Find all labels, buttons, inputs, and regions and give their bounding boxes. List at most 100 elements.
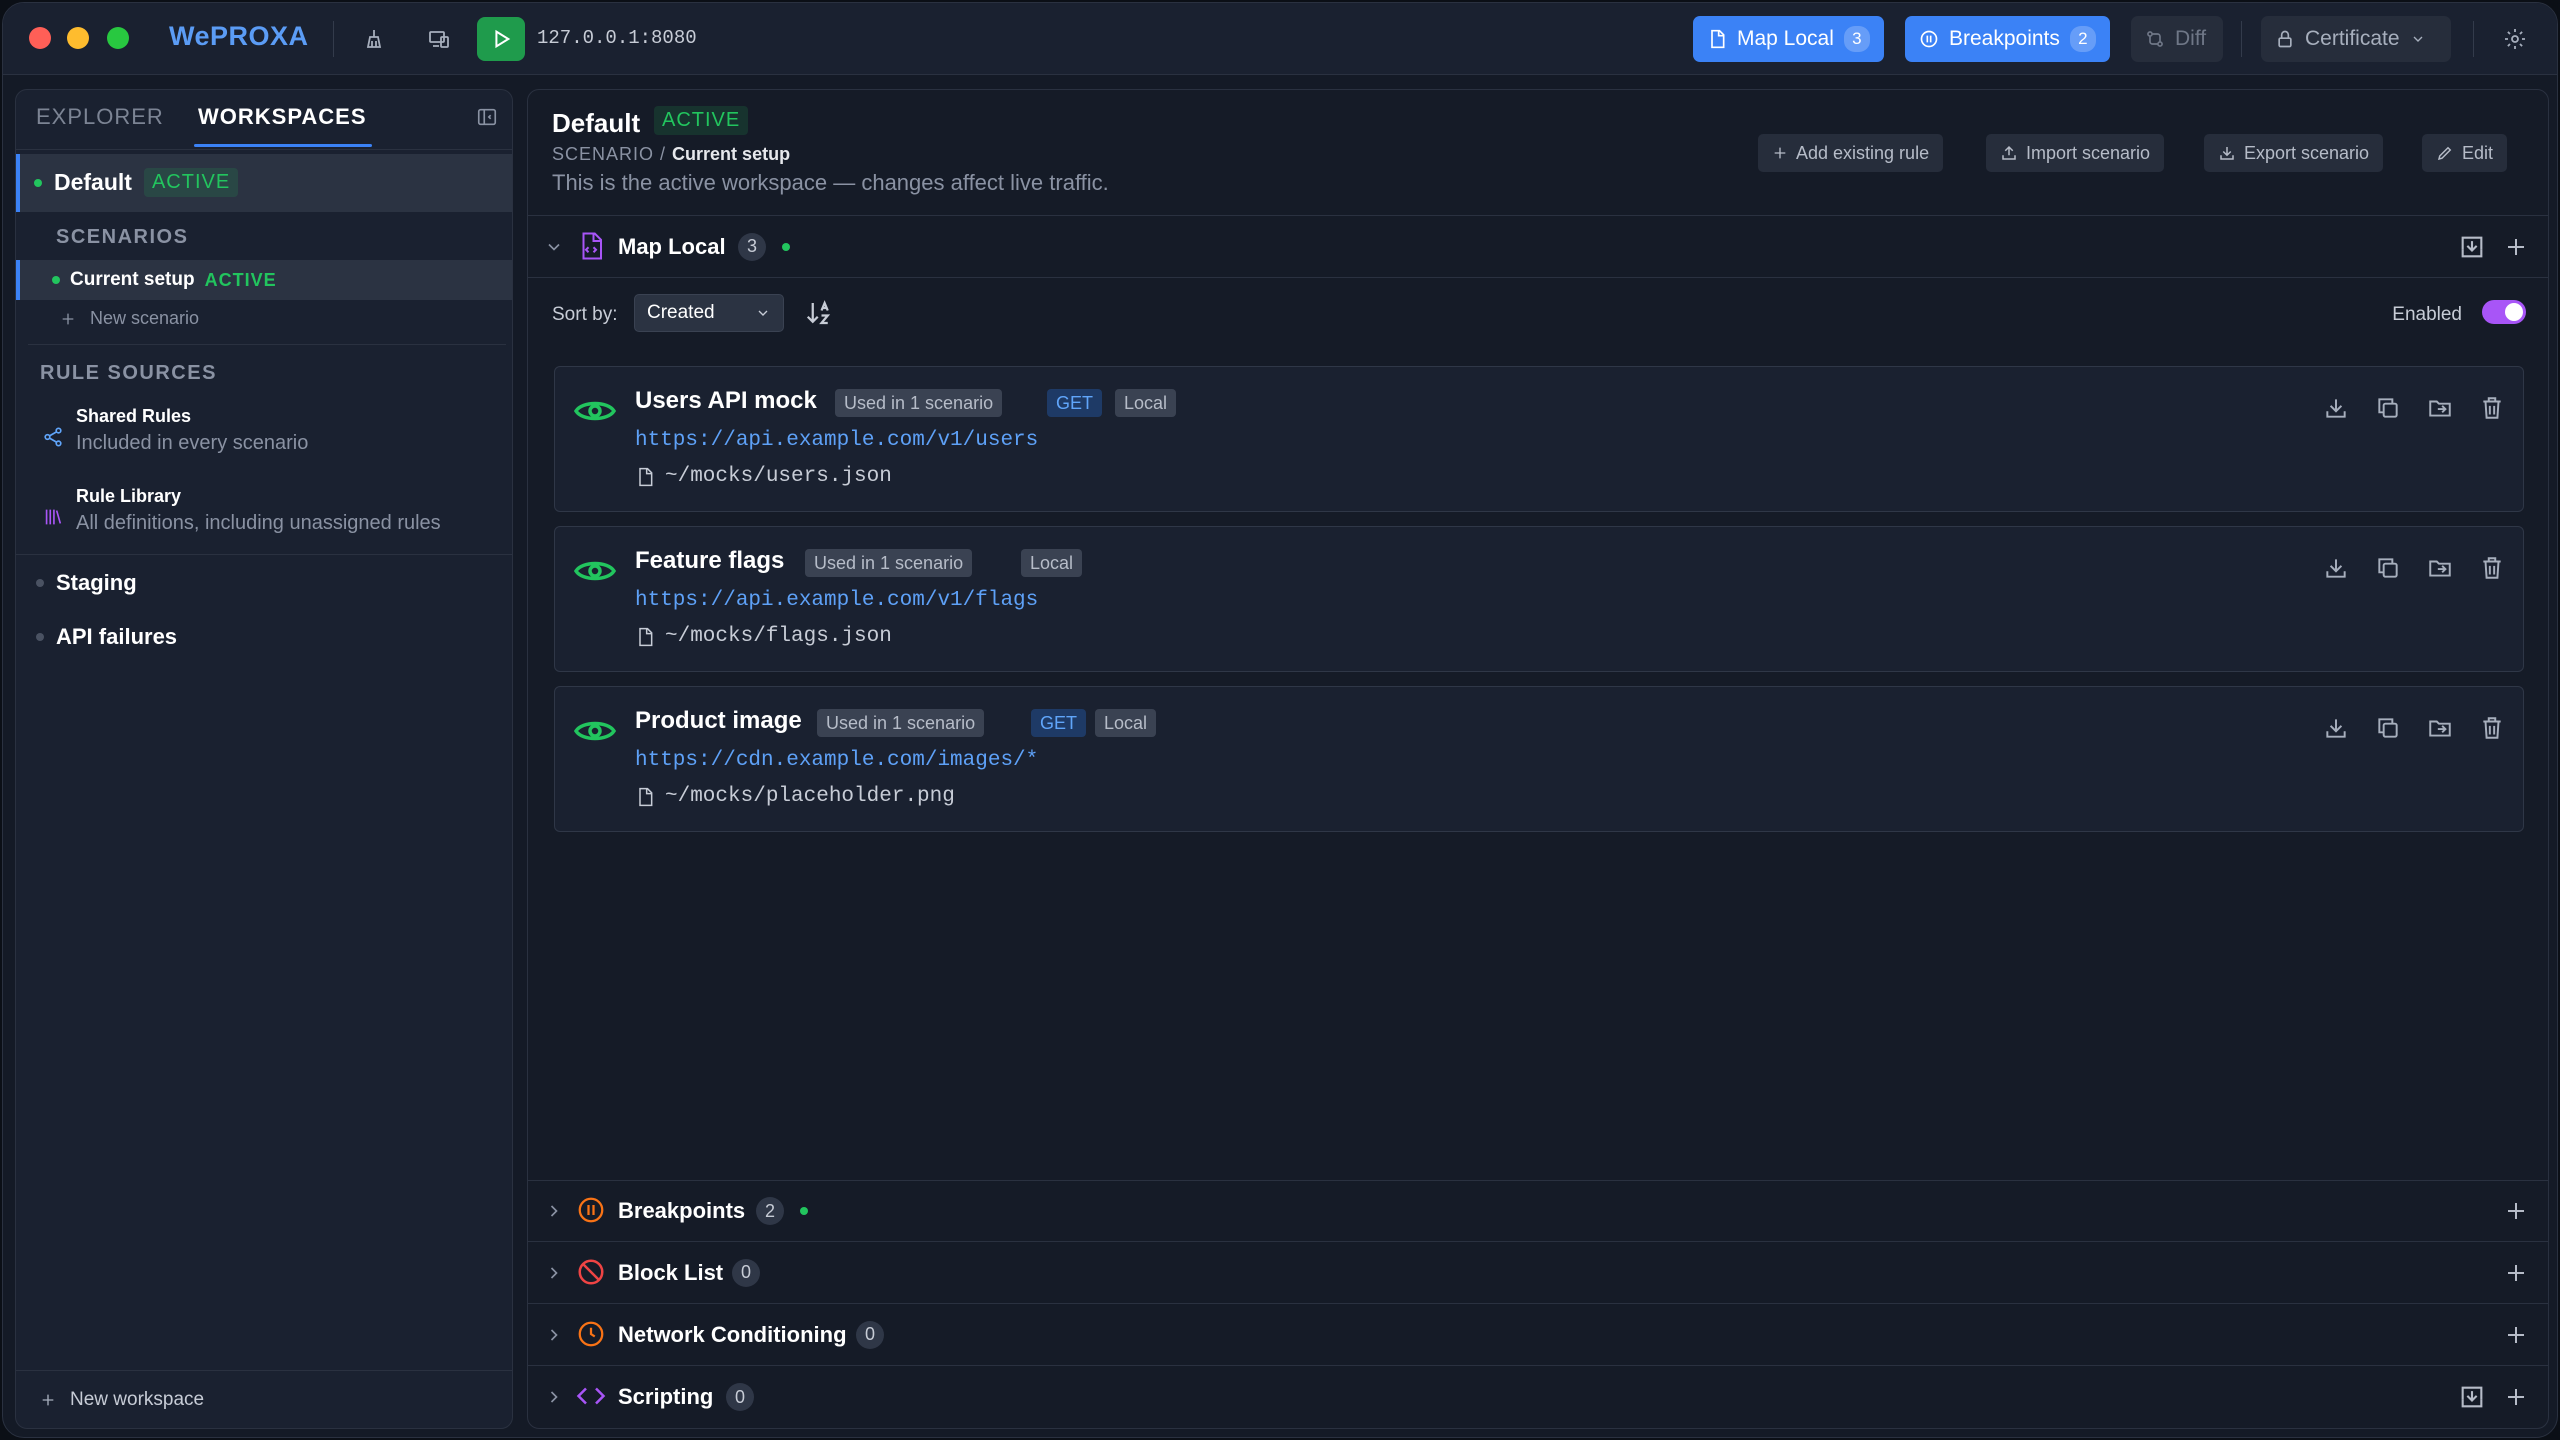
rule-url[interactable]: https://api.example.com/v1/users bbox=[635, 429, 1038, 452]
sort-value: Created bbox=[647, 302, 715, 323]
breakpoints-button[interactable]: Breakpoints 2 bbox=[1905, 16, 2110, 62]
copy-icon[interactable] bbox=[2375, 715, 2403, 743]
section-breakpoints[interactable]: Breakpoints 2 bbox=[528, 1180, 2548, 1242]
page-title: Default bbox=[552, 108, 641, 138]
add-existing-rule-button[interactable]: Add existing rule bbox=[1758, 134, 1944, 172]
section-map-local[interactable]: Map Local 3 bbox=[528, 216, 2548, 278]
chevron-right-icon[interactable] bbox=[544, 1263, 564, 1283]
diff-button[interactable]: Diff bbox=[2131, 16, 2223, 62]
scope-tag: Local bbox=[1095, 709, 1157, 737]
breakpoint-icon bbox=[1919, 29, 1939, 49]
broom-icon[interactable] bbox=[358, 23, 390, 55]
workspace-item-api-failures[interactable]: API failures bbox=[36, 624, 177, 650]
eye-icon[interactable] bbox=[573, 553, 617, 589]
eye-icon[interactable] bbox=[573, 393, 617, 429]
plus-icon bbox=[60, 311, 76, 327]
code-icon bbox=[576, 1381, 608, 1413]
plus-icon[interactable] bbox=[2504, 1385, 2528, 1409]
breadcrumb-current[interactable]: Current setup bbox=[672, 144, 790, 164]
rule-source-subtitle: Included in every scenario bbox=[76, 432, 309, 454]
trash-icon[interactable] bbox=[2479, 555, 2507, 583]
import-icon[interactable] bbox=[2458, 233, 2486, 261]
rule-card[interactable]: Users API mock Used in 1 scenario GET Lo… bbox=[554, 366, 2524, 512]
status-dot bbox=[52, 276, 60, 284]
move-icon[interactable] bbox=[2427, 555, 2455, 583]
rule-card[interactable]: Feature flags Used in 1 scenario Local h… bbox=[554, 526, 2524, 672]
map-local-icon bbox=[576, 231, 608, 263]
download-icon[interactable] bbox=[2323, 395, 2351, 423]
breakpoints-label: Breakpoints bbox=[1949, 27, 2060, 50]
section-scripting[interactable]: Scripting 0 bbox=[528, 1366, 2548, 1428]
workspace-item-default[interactable]: Default ACTIVE bbox=[16, 154, 512, 212]
chevron-right-icon[interactable] bbox=[544, 1325, 564, 1345]
status-dot bbox=[782, 242, 790, 251]
sidebar-collapse-icon[interactable] bbox=[476, 106, 500, 130]
eye-icon[interactable] bbox=[573, 713, 617, 749]
diff-label: Diff bbox=[2175, 27, 2207, 50]
new-scenario-button[interactable]: New scenario bbox=[60, 308, 199, 329]
scenario-name: Current setup bbox=[70, 269, 195, 290]
download-icon[interactable] bbox=[2323, 715, 2351, 743]
sidebar-tabs: EXPLORER WORKSPACES bbox=[16, 90, 512, 150]
download-icon[interactable] bbox=[2323, 555, 2351, 583]
rule-actions bbox=[2323, 555, 2507, 583]
trash-icon[interactable] bbox=[2479, 395, 2507, 423]
new-workspace-button[interactable]: New workspace bbox=[40, 1389, 204, 1411]
rule-file-path: ~/mocks/flags.json bbox=[665, 625, 892, 648]
gear-icon[interactable] bbox=[2499, 23, 2531, 55]
chevron-down-icon bbox=[2410, 31, 2426, 47]
breakpoint-icon bbox=[576, 1195, 608, 1227]
move-icon[interactable] bbox=[2427, 395, 2455, 423]
app-window: WePROXA 127.0.0.1:8080 Map Local 3 Break… bbox=[2, 2, 2558, 1438]
proxy-address: 127.0.0.1:8080 bbox=[537, 27, 697, 49]
export-scenario-button[interactable]: Export scenario bbox=[2204, 134, 2384, 172]
section-count: 0 bbox=[856, 1320, 884, 1349]
rule-url[interactable]: https://cdn.example.com/images/* bbox=[635, 749, 1038, 772]
toggle-knob bbox=[2505, 303, 2523, 321]
sort-select[interactable]: Created bbox=[634, 294, 784, 332]
sort-alpha-icon[interactable] bbox=[804, 298, 834, 328]
breadcrumb-separator: / bbox=[660, 144, 667, 164]
file-icon bbox=[635, 626, 655, 648]
status-dot bbox=[36, 579, 44, 587]
lock-icon bbox=[2275, 29, 2295, 49]
chevron-right-icon[interactable] bbox=[544, 1387, 564, 1407]
enabled-toggle[interactable] bbox=[2482, 300, 2526, 324]
scenario-item-current-setup[interactable]: Current setup ACTIVE bbox=[16, 260, 512, 300]
minimize-window-button[interactable] bbox=[67, 27, 89, 49]
certificate-button[interactable]: Certificate bbox=[2261, 16, 2451, 62]
breakpoints-count: 2 bbox=[2069, 26, 2096, 52]
tab-workspaces[interactable]: WORKSPACES bbox=[198, 104, 367, 130]
map-local-button[interactable]: Map Local 3 bbox=[1693, 16, 1884, 62]
rule-url[interactable]: https://api.example.com/v1/flags bbox=[635, 589, 1038, 612]
import-scenario-button[interactable]: Import scenario bbox=[1986, 134, 2165, 172]
devices-icon[interactable] bbox=[423, 23, 455, 55]
chevron-right-icon[interactable] bbox=[544, 1201, 564, 1221]
plus-icon[interactable] bbox=[2504, 1323, 2528, 1347]
tab-explorer[interactable]: EXPLORER bbox=[36, 104, 164, 130]
plus-icon[interactable] bbox=[2504, 1261, 2528, 1285]
move-icon[interactable] bbox=[2427, 715, 2455, 743]
start-proxy-button[interactable] bbox=[477, 17, 525, 61]
rule-source-shared-rules[interactable]: Shared Rules Included in every scenario bbox=[16, 400, 512, 480]
close-window-button[interactable] bbox=[29, 27, 51, 49]
chevron-down-icon[interactable] bbox=[544, 237, 564, 257]
rule-card[interactable]: Product image Used in 1 scenario GET Loc… bbox=[554, 686, 2524, 832]
trash-icon[interactable] bbox=[2479, 715, 2507, 743]
sidebar-footer: New workspace bbox=[16, 1370, 512, 1428]
copy-icon[interactable] bbox=[2375, 395, 2403, 423]
sort-bar: Sort by: Created Enabled bbox=[528, 284, 2548, 350]
section-count: 0 bbox=[732, 1258, 760, 1287]
rule-source-rule-library[interactable]: Rule Library All definitions, including … bbox=[16, 480, 512, 560]
plus-icon[interactable] bbox=[2504, 235, 2528, 259]
section-block-list[interactable]: Block List 0 bbox=[528, 1242, 2548, 1304]
section-network-conditioning[interactable]: Network Conditioning 0 bbox=[528, 1304, 2548, 1366]
import-icon[interactable] bbox=[2458, 1383, 2486, 1411]
divider bbox=[2473, 21, 2474, 57]
section-title: Scripting bbox=[618, 1384, 714, 1409]
zoom-window-button[interactable] bbox=[107, 27, 129, 49]
edit-button[interactable]: Edit bbox=[2422, 134, 2508, 172]
plus-icon[interactable] bbox=[2504, 1199, 2528, 1223]
workspace-item-staging[interactable]: Staging bbox=[36, 570, 137, 596]
copy-icon[interactable] bbox=[2375, 555, 2403, 583]
